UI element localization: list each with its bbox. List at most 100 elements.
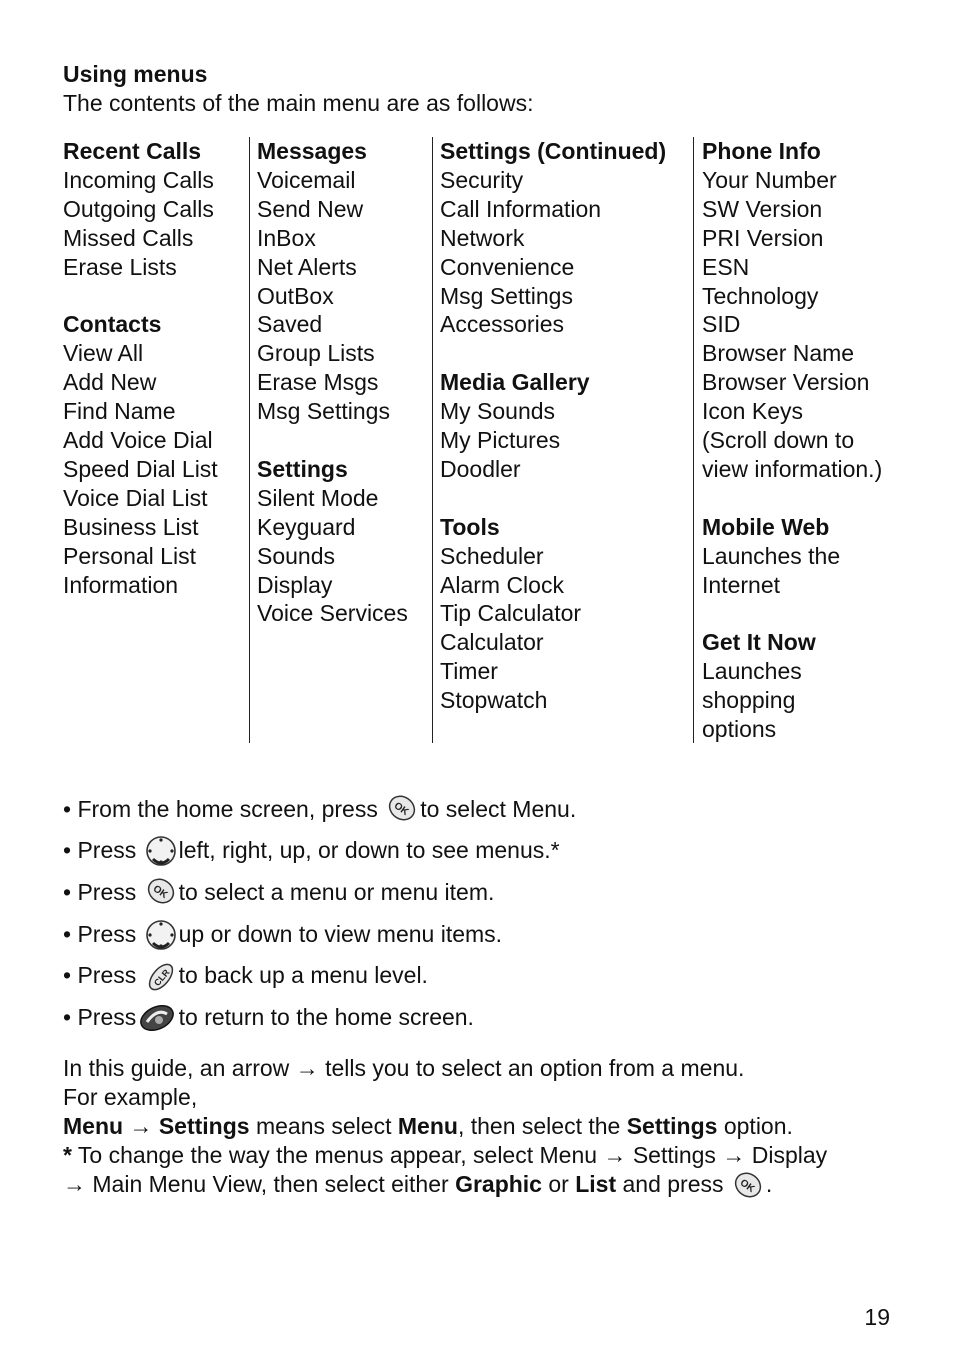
ok-key-icon: OK [731,1171,765,1201]
menu-item: Find Name [63,398,176,425]
arrow-icon: → [129,1113,153,1139]
menu-group-title: Mobile Web [702,513,830,540]
menu-item: Technology [702,282,819,309]
menu-item: Network [440,224,525,251]
menu-item: Incoming Calls [63,166,214,193]
menu-item: Sounds [257,542,336,569]
menu-item: Icon Keys [702,398,803,425]
menu-group-title: Settings [257,455,348,482]
manual-page: Using menus The contents of the main men… [63,60,893,1198]
clr-key-icon: CLR [144,960,178,991]
arrow-icon: → [722,1142,746,1168]
menu-item: Keyguard [257,513,356,540]
menu-item: Add Voice Dial [63,427,213,454]
guide-line-3: Menu → Settings means select Menu, then … [63,1113,793,1139]
menu-item: Net Alerts [257,253,357,280]
menu-item: (Scroll down to [702,427,855,454]
menu-item: My Pictures [440,427,561,454]
menu-item: My Sounds [440,398,556,425]
menu-item: Browser Name [702,340,855,367]
menu-item: Stopwatch [440,687,548,714]
menu-item: Information [63,571,179,598]
menu-item: Display [257,571,333,598]
menu-item: Business List [63,513,199,540]
guide-note: In this guide, an arrow → tells you to s… [63,1054,893,1201]
menu-item: Personal List [63,542,196,569]
menu-item: Saved [257,311,323,338]
menu-item: Erase Msgs [257,369,379,396]
menu-item: Voicemail [257,166,356,193]
menu-group-title: Messages [257,138,367,164]
instruction-bullets: • From the home screen, press OK to selec… [63,788,863,1038]
menu-item: Browser Version [702,369,870,396]
instruction-bullet: • From the home screen, press OK to selec… [63,788,863,830]
menu-item: Internet [702,571,780,598]
ok-key-icon: OK [385,794,419,824]
menu-item: options [702,716,777,743]
menu-item: Msg Settings [257,398,390,425]
menu-item: Convenience [440,253,575,280]
nav-key-icon [144,919,178,950]
menu-group-title: Contacts [63,311,162,338]
menu-column-1: Recent Calls Incoming Calls Outgoing Calls… [63,137,243,743]
guide-line-4: * To change the way the menus appear, se… [63,1142,828,1168]
menu-item: SID [702,311,741,338]
ok-key-icon: OK [144,877,178,907]
instruction-bullet: • Press CLR to back up a menu level. [63,954,863,996]
menu-group-title: Get It Now [702,629,816,656]
menu-item: Add New [63,369,157,396]
instruction-bullet: • Press OK to select a menu or menu item. [63,871,863,913]
menu-item: Group Lists [257,340,375,367]
nav-key-icon [144,835,178,867]
menu-column-2: Messages Voicemail Send New InBox Net Alerts… [249,137,427,743]
menu-item: Alarm Clock [440,571,564,598]
menu-item: Msg Settings [440,282,573,309]
menu-item: Send New [257,195,364,222]
menu-item: View All [63,340,144,367]
menu-item: ESN [702,253,750,280]
menu-item: Voice Services [257,600,408,627]
menu-item: InBox [257,224,316,251]
menu-item: Silent Mode [257,484,379,511]
instruction-bullet: • Press to return to the home screen. [63,996,863,1038]
arrow-icon: → [603,1142,627,1168]
menu-group-title: Phone Info [702,138,821,164]
menu-item: Scheduler [440,542,544,569]
menu-column-3: Settings (Continued) Security Call Informa… [432,137,685,743]
menu-item: Timer [440,658,498,685]
section-heading: Using menus [63,61,208,87]
menu-item: OutBox [257,282,334,309]
guide-line-1: In this guide, an arrow → tells you to s… [63,1055,745,1081]
arrow-icon: → [63,1171,86,1197]
menu-item: Erase Lists [63,253,177,280]
page-number: 19 [864,1304,890,1330]
menu-item: Outgoing Calls [63,195,214,222]
menu-item: PRI Version [702,224,824,251]
menu-item: Speed Dial List [63,455,218,482]
menu-column-4: Phone Info Your Number SW Version PRI Versi… [693,137,902,743]
menu-item: Tip Calculator [440,600,582,627]
menu-item: Launches [702,658,802,685]
menu-item: Call Information [440,195,602,222]
instruction-bullet: • Press left, right, up, or down to see … [63,835,560,867]
instruction-bullet: • Press up or down to view menu items. [63,919,503,950]
menu-item: Your Number [702,166,837,193]
menu-item: Missed Calls [63,224,194,251]
guide-line-2: For example, [63,1084,198,1110]
menu-group-title: Tools [440,513,500,540]
menu-item: Launches the [702,542,841,569]
menu-group-title: Media Gallery [440,369,590,396]
menu-item: view information.) [702,455,883,482]
arrow-icon: → [295,1055,319,1081]
menu-item: shopping [702,687,796,714]
menu-item: Doodler [440,455,521,482]
intro-text: The contents of the main menu are as fol… [63,90,534,116]
menu-group-title: Recent Calls [63,138,202,164]
menu-item: Accessories [440,311,564,338]
menu-item: Voice Dial List [63,484,208,511]
